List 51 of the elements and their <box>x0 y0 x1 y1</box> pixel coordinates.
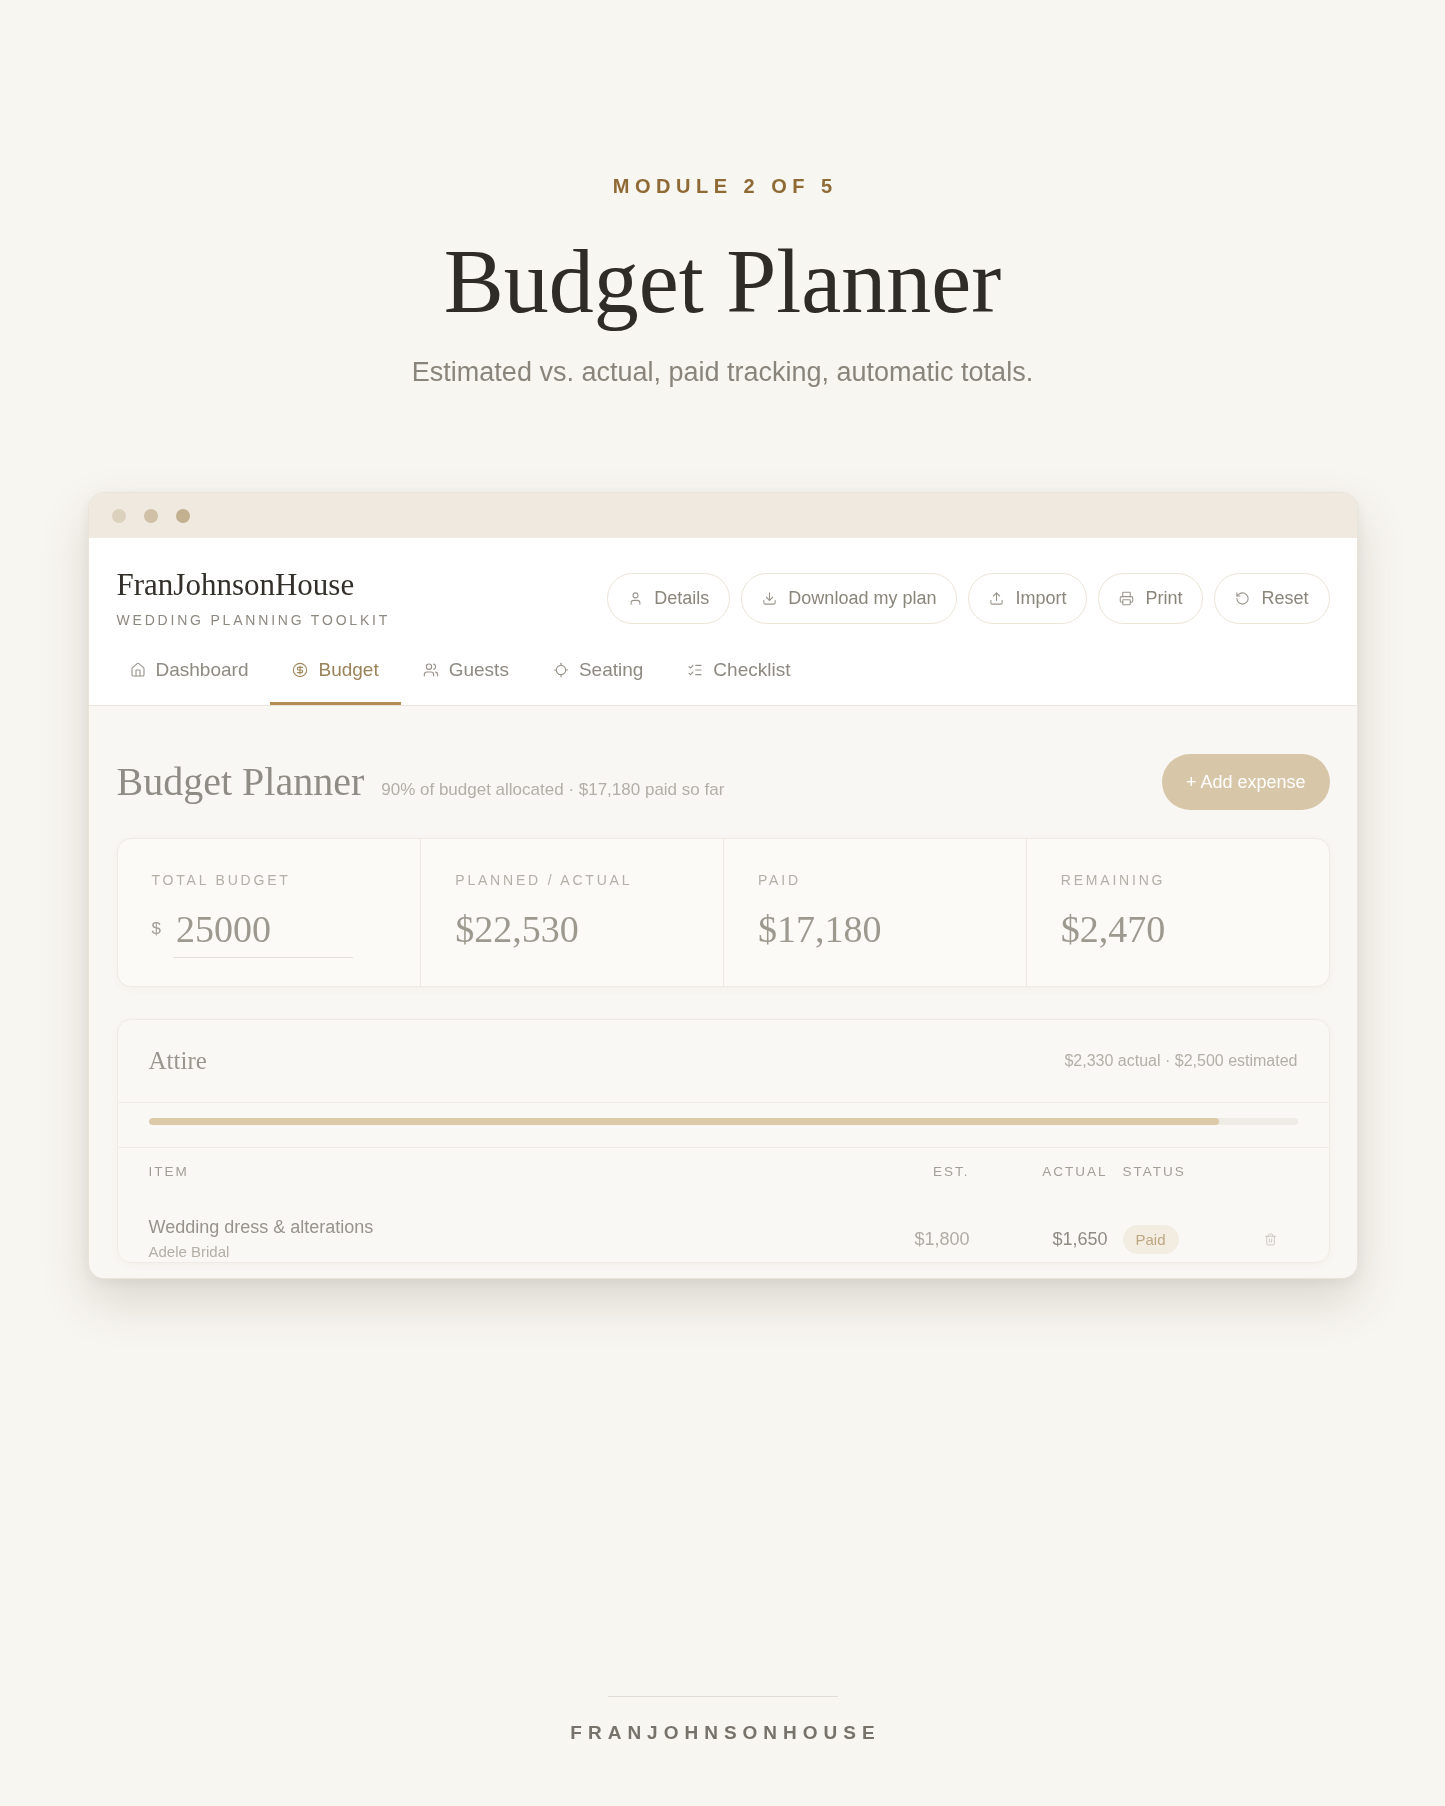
budget-input[interactable]: 25000 <box>172 908 353 958</box>
crosshair-icon <box>552 662 569 678</box>
upload-icon <box>989 590 1005 606</box>
column-header: STATUS <box>1122 1164 1186 1180</box>
download-button[interactable]: Download my plan <box>741 572 958 624</box>
house-icon <box>129 662 146 678</box>
people-icon <box>422 662 439 678</box>
window-control-icon[interactable] <box>175 508 190 523</box>
nav-tab[interactable]: Guests <box>400 647 531 705</box>
details-button[interactable]: Details <box>607 572 731 624</box>
column-header: EST. <box>933 1164 970 1180</box>
import-button[interactable]: Import <box>968 572 1088 624</box>
reset-button[interactable]: Reset <box>1214 572 1330 624</box>
nav-tab[interactable]: Seating <box>530 647 666 705</box>
window-control-icon[interactable] <box>111 508 126 523</box>
budget-summary: 90% of budget allocated · $17,180 paid so far <box>381 780 725 800</box>
dollar-coin-icon <box>292 662 309 678</box>
stat-label: REMAINING <box>1060 871 1167 889</box>
checklist-icon <box>687 662 704 678</box>
vendor-name: Adele Bridal <box>148 1242 230 1262</box>
window-control-icon[interactable] <box>143 508 158 523</box>
stat-label: PAID <box>758 871 802 889</box>
printer-icon <box>1119 590 1135 606</box>
brand-name: FranJohnsonHouse <box>116 567 355 603</box>
category-summary: $2,330 actual · $2,500 estimated <box>1064 1051 1298 1071</box>
nav-tab[interactable]: Checklist <box>665 647 813 705</box>
category-name: Attire <box>148 1049 207 1073</box>
column-header: ACTUAL <box>1042 1164 1108 1180</box>
nav-tab[interactable]: Dashboard <box>107 647 271 705</box>
print-button[interactable]: Print <box>1098 572 1204 624</box>
eyebrow-label: MODULE 2 OF 5 <box>611 174 838 199</box>
stat-value: $17,180 <box>758 908 883 950</box>
item-name: Wedding dress & alterations <box>148 1216 374 1238</box>
brand-tagline: WEDDING PLANNING TOOLKIT <box>116 611 391 629</box>
amount-cell: $1,800 <box>914 1228 970 1250</box>
amount-cell: $1,650 <box>1052 1228 1108 1250</box>
trash-icon[interactable] <box>1263 1232 1277 1246</box>
stat-label: PLANNED / ACTUAL <box>455 871 634 889</box>
stat-value: $22,530 <box>455 908 580 950</box>
section-title: Budget Planner <box>116 758 365 806</box>
download-icon <box>762 590 778 606</box>
page-subtitle: Estimated vs. actual, paid tracking, automatic totals. <box>411 356 1034 389</box>
counterclockwise-arrow-icon <box>1235 590 1251 606</box>
stat-label: TOTAL BUDGET <box>151 871 292 889</box>
footer-brand: FRANJOHNSONHOUSE <box>569 1721 881 1745</box>
column-header: ITEM <box>148 1164 189 1180</box>
page-title: Budget Planner <box>443 232 1002 331</box>
status-badge[interactable]: Paid <box>1122 1224 1179 1254</box>
currency-sign: $ <box>151 919 161 939</box>
person-icon <box>628 590 644 606</box>
stat-value: $2,470 <box>1060 908 1167 950</box>
